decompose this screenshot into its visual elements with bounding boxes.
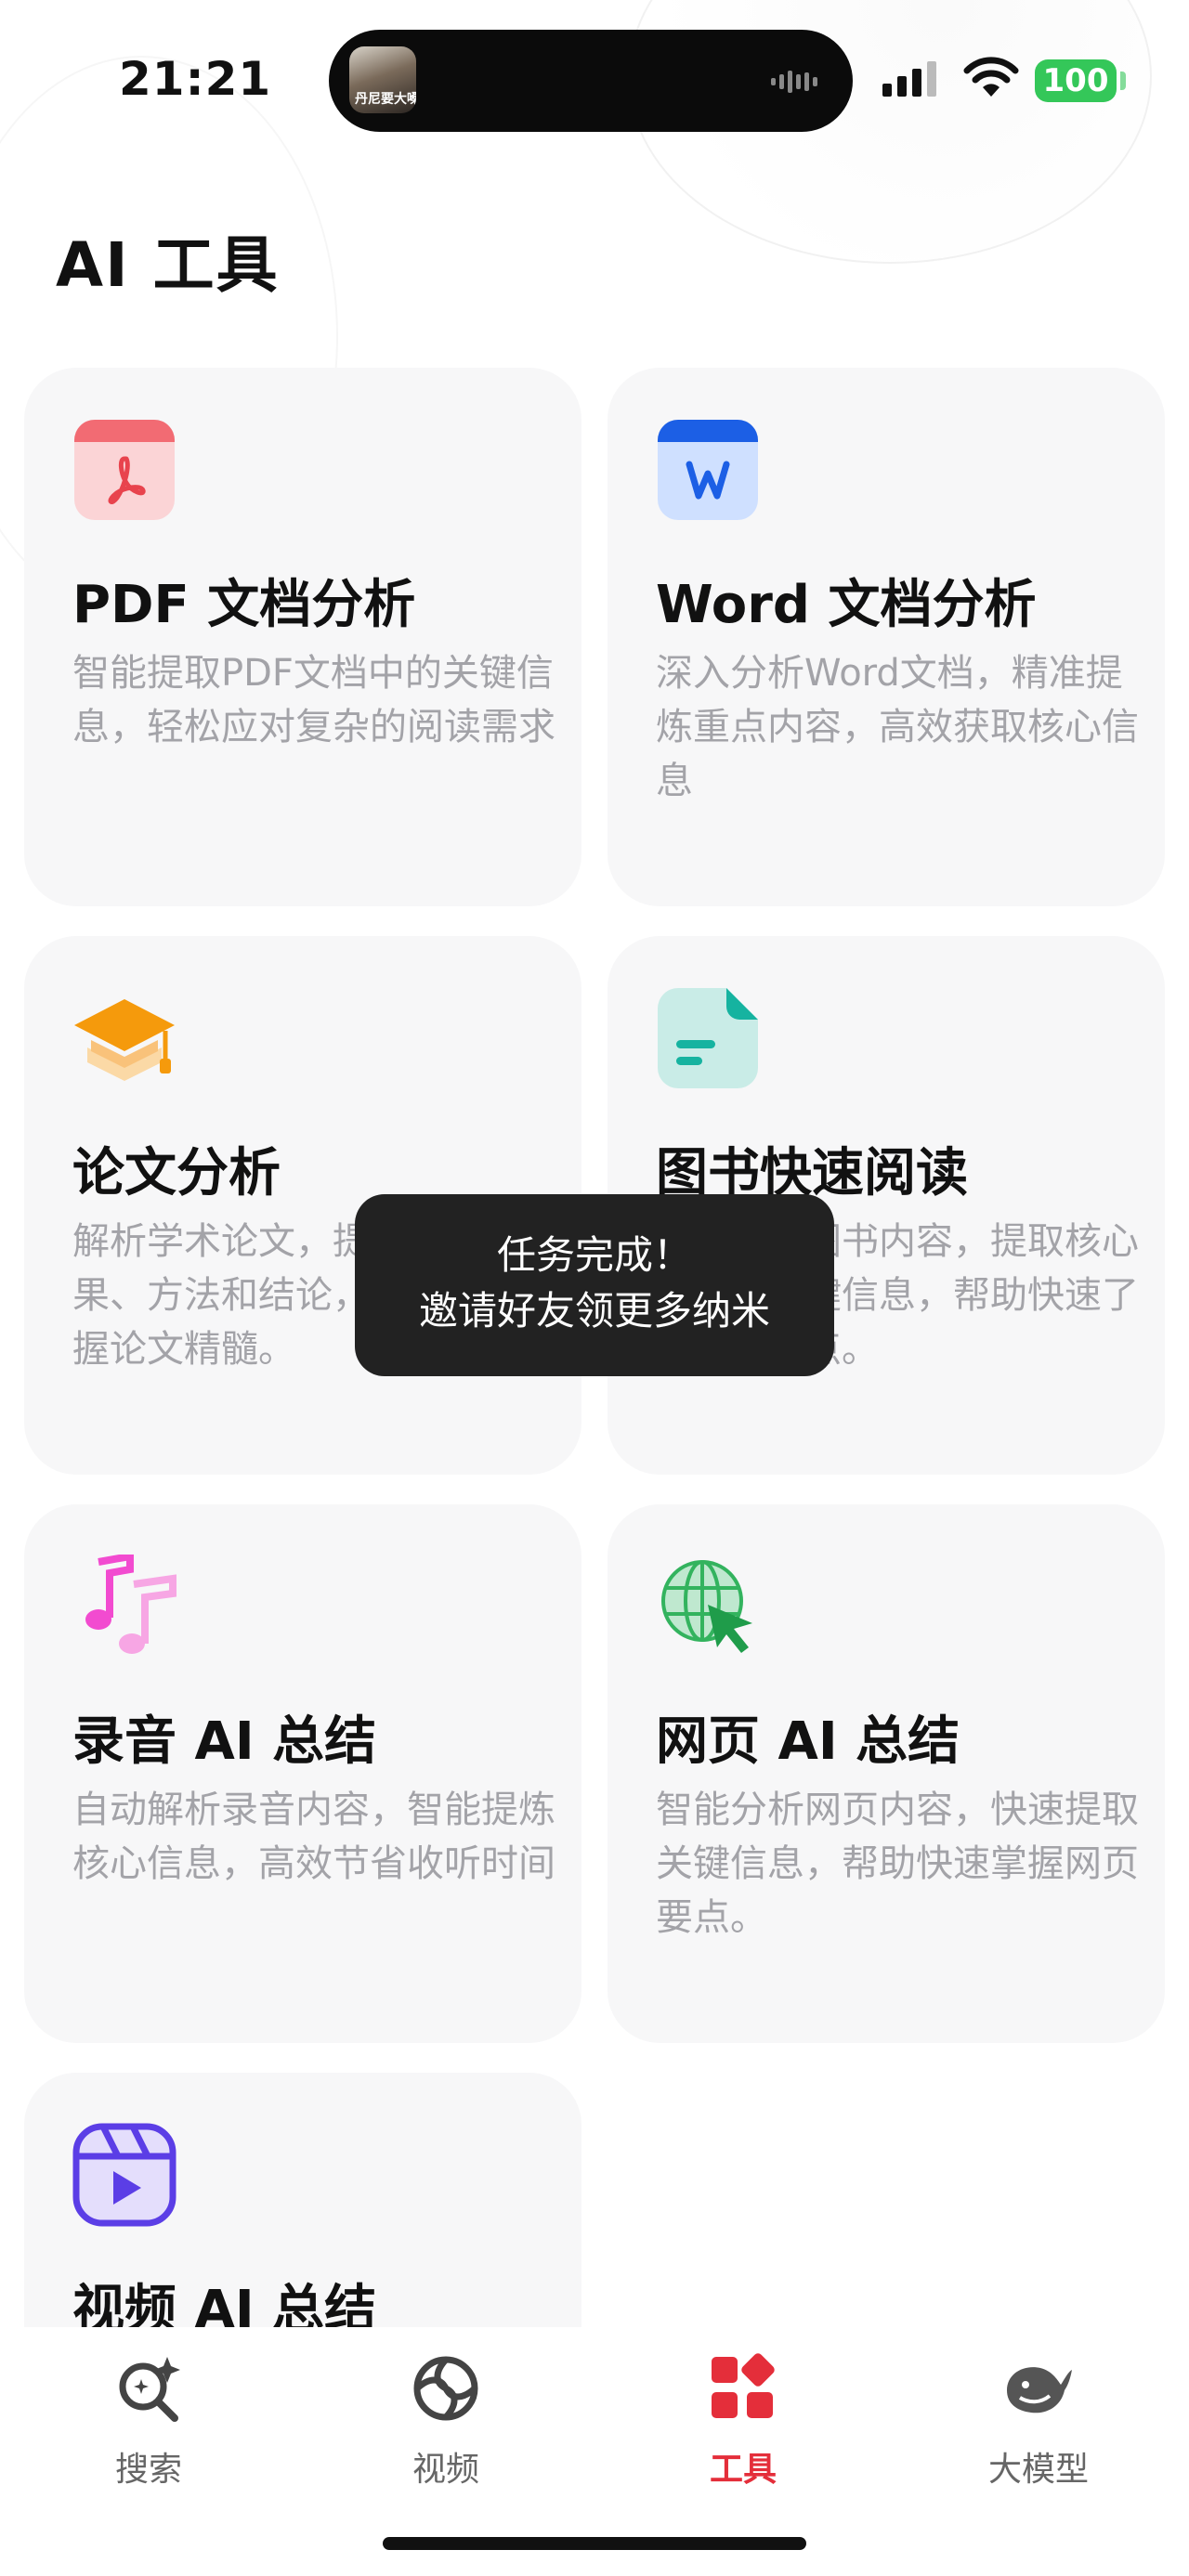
pdf-icon — [74, 420, 175, 520]
tab-label: 搜索 — [114, 2451, 182, 2489]
status-bar: 21:21 丹尼要大嗓门超鲜艳 100 — [0, 0, 1189, 158]
audio-wave-icon — [771, 71, 817, 93]
tab-search[interactable]: 搜索 — [56, 2353, 242, 2491]
tool-card-pdf[interactable]: PDF 文档分析 智能提取PDF文档中的关键信息，轻松应对复杂的阅读需求 — [24, 368, 581, 906]
battery-tip — [1120, 72, 1126, 90]
status-time: 21:21 — [119, 52, 272, 106]
tab-llm[interactable]: 大模型 — [946, 2353, 1131, 2491]
tab-tools[interactable]: 工具 — [650, 2353, 836, 2491]
tools-grid-icon — [712, 2353, 775, 2418]
toast-message: 任务完成！ 邀请好友领更多纳米 — [355, 1194, 834, 1376]
tool-title: Word 文档分析 — [656, 575, 1037, 635]
battery-indicator: 100 — [1035, 59, 1117, 102]
tool-title: 论文分析 — [72, 1143, 281, 1203]
cellular-signal-icon — [882, 61, 936, 97]
tool-description: 智能提取PDF文档中的关键信息，轻松应对复杂的阅读需求 — [72, 652, 555, 748]
whale-icon — [1007, 2367, 1072, 2413]
word-icon — [658, 420, 758, 520]
tool-card-web-summary[interactable]: 网页 AI 总结 智能分析网页内容，快速提取关键信息，帮助快速掌握网页要点。 — [608, 1504, 1165, 2043]
video-aperture-icon — [413, 2356, 478, 2421]
tab-label: 大模型 — [987, 2451, 1089, 2489]
tab-label: 工具 — [709, 2451, 777, 2489]
video-clapper-icon — [72, 2123, 176, 2227]
toast-line-1: 任务完成！ — [496, 1232, 692, 1278]
tab-label: 视频 — [412, 2451, 479, 2489]
tool-description: 智能分析网页内容，快速提取关键信息，帮助快速掌握网页要点。 — [656, 1789, 1139, 1939]
page-title: AI 工具 — [56, 229, 280, 301]
graduation-cap-icon — [74, 999, 175, 1081]
wifi-icon — [963, 57, 1019, 97]
music-notes-icon — [85, 1555, 176, 1654]
search-sparkle-icon — [119, 2357, 180, 2422]
tool-title: 网页 AI 总结 — [656, 1711, 960, 1772]
tool-description: 深入分析Word文档，精准提炼重点内容，高效获取核心信息 — [656, 652, 1139, 802]
tool-card-audio-summary[interactable]: 录音 AI 总结 自动解析录音内容，智能提炼核心信息，高效节省收听时间 — [24, 1504, 581, 2043]
home-indicator[interactable] — [383, 2537, 806, 2550]
now-playing-thumbnail: 丹尼要大嗓门超鲜艳 — [349, 46, 416, 113]
dynamic-island[interactable]: 丹尼要大嗓门超鲜艳 — [329, 30, 853, 132]
tool-title: 录音 AI 总结 — [72, 1711, 377, 1772]
tool-description: 自动解析录音内容，智能提炼核心信息，高效节省收听时间 — [72, 1789, 555, 1885]
tool-title: PDF 文档分析 — [72, 575, 416, 635]
toast-line-2: 邀请好友领更多纳米 — [418, 1288, 770, 1334]
globe-cursor-icon — [661, 1560, 752, 1653]
tool-card-word[interactable]: Word 文档分析 深入分析Word文档，精准提炼重点内容，高效获取核心信息 — [608, 368, 1165, 906]
document-icon — [658, 988, 758, 1088]
island-thumb-text: 丹尼要大嗓门超鲜艳 — [355, 92, 416, 107]
tab-video[interactable]: 视频 — [353, 2353, 539, 2491]
